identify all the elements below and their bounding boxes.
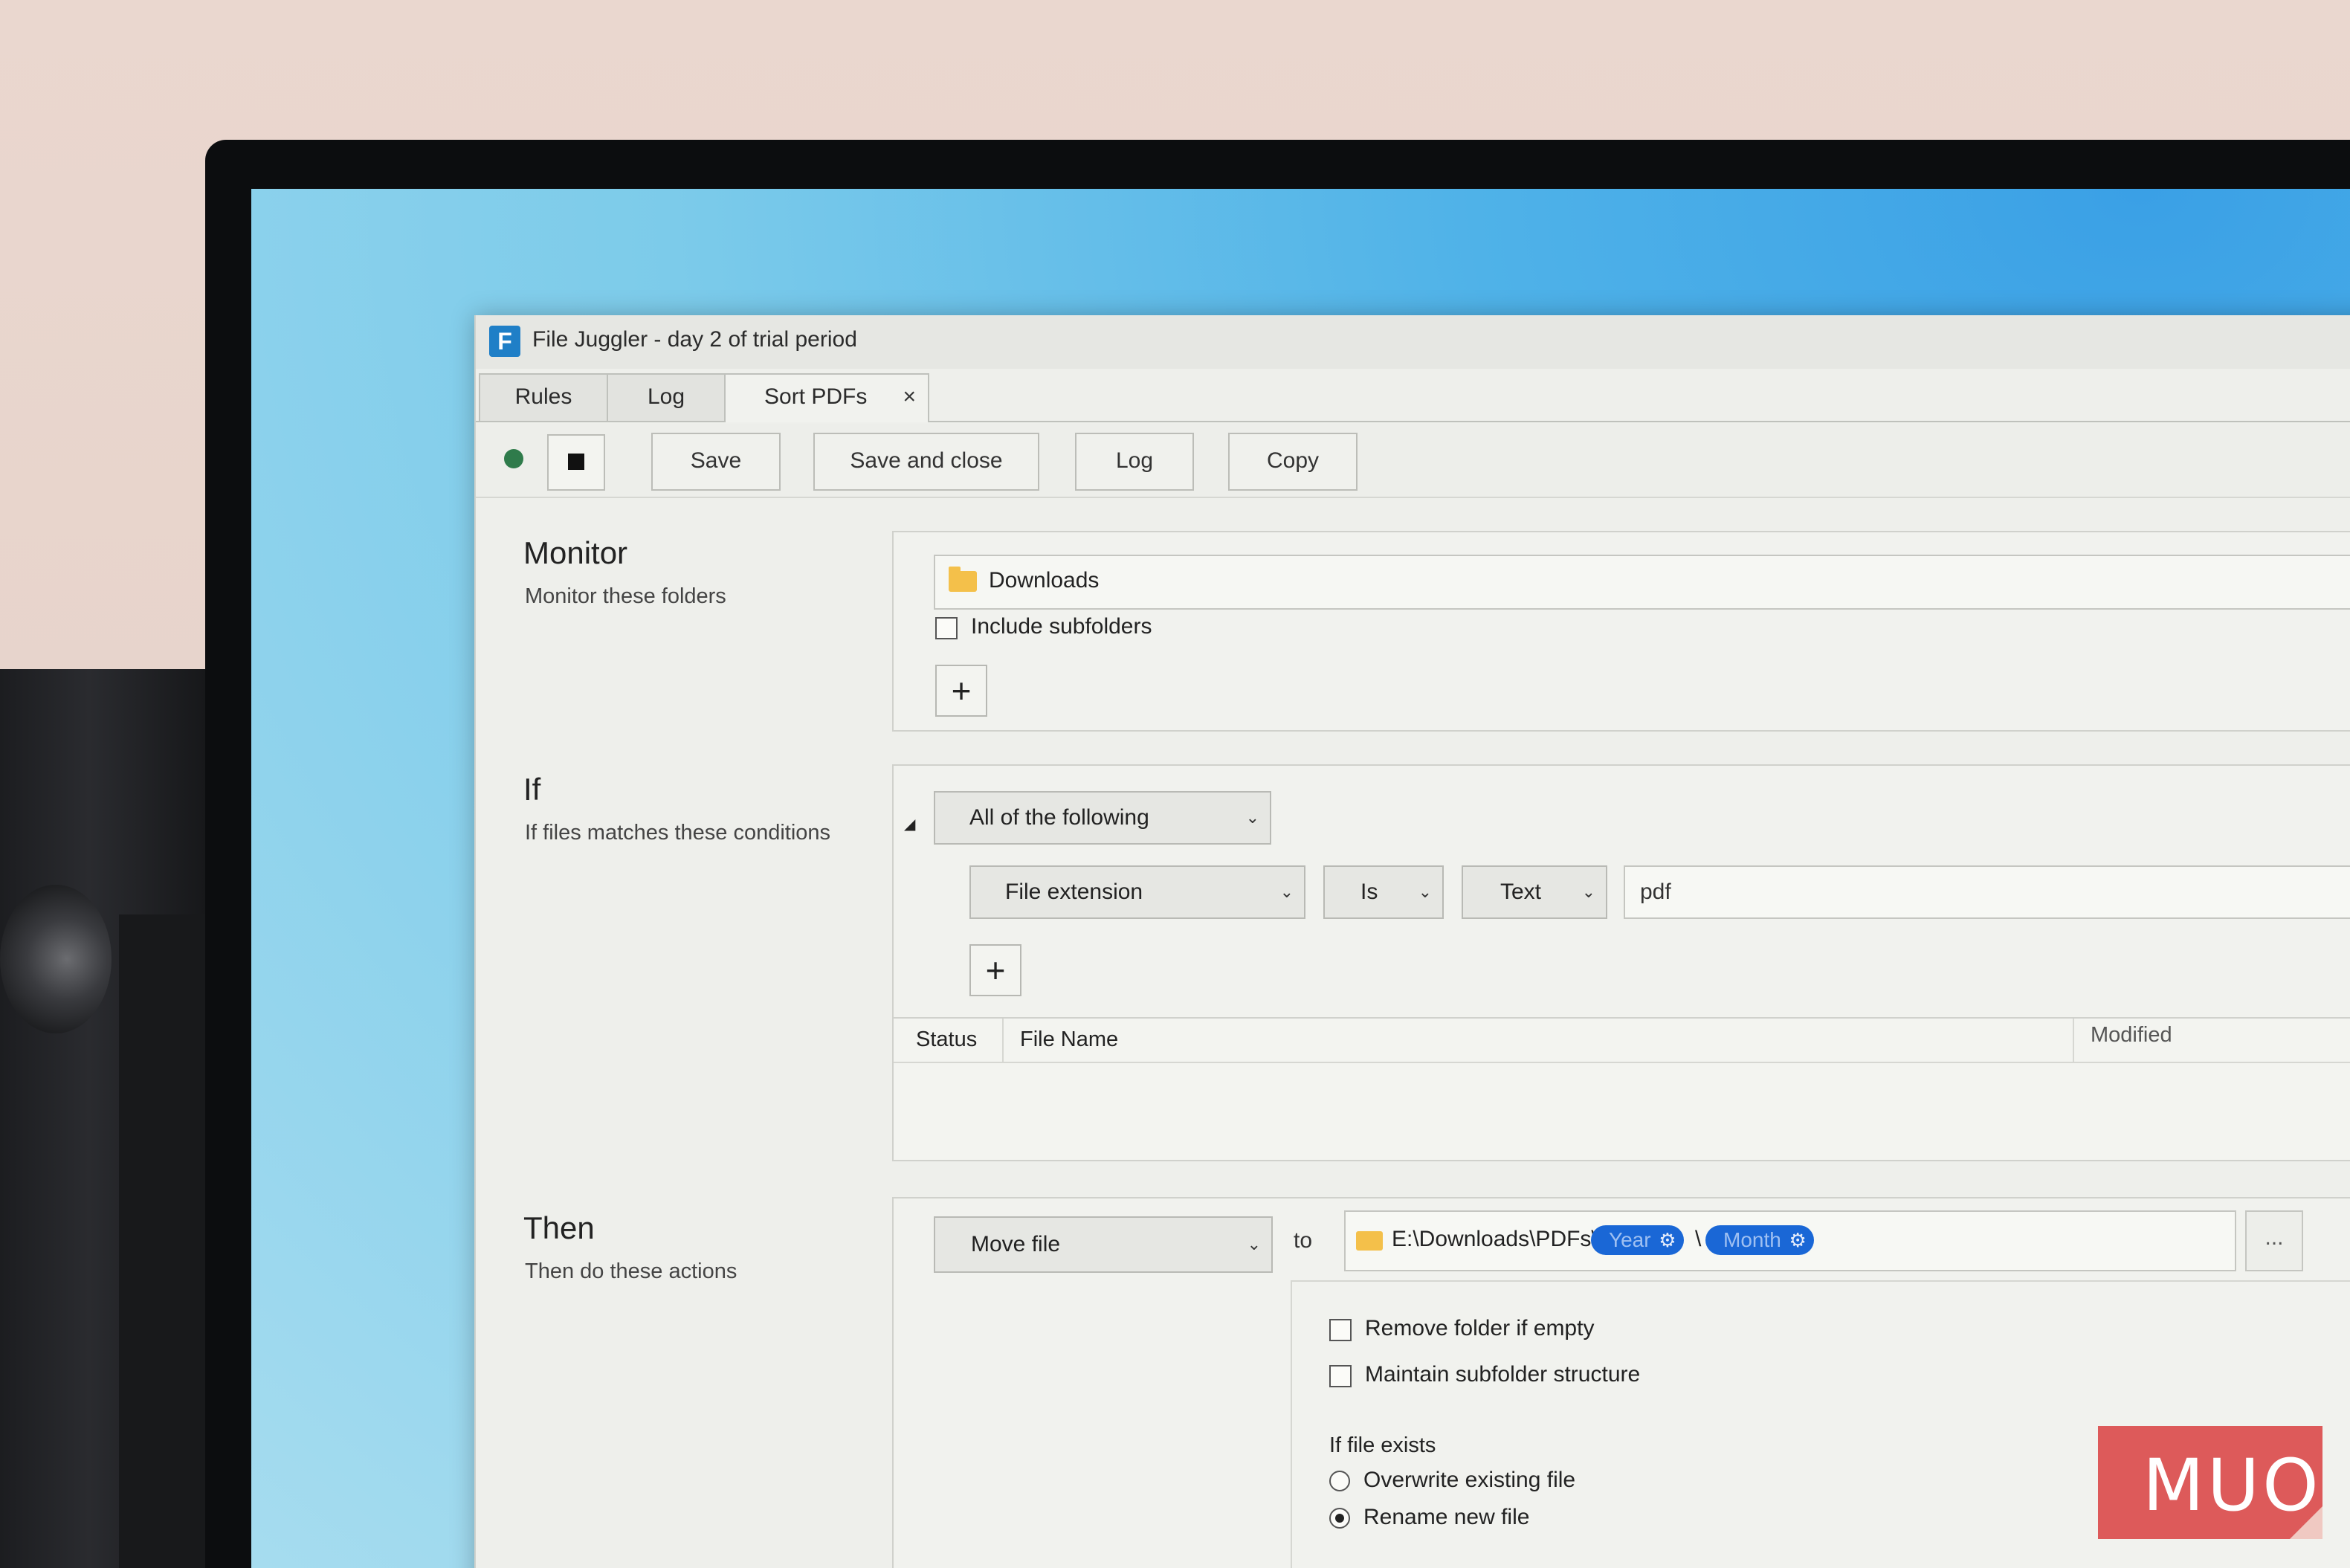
remove-folder-label: Remove folder if empty (1365, 1316, 1595, 1340)
tab-sort-pdfs-label: Sort PDFs (764, 384, 868, 409)
tab-log[interactable]: Log (607, 373, 726, 421)
app-logo-icon: F (489, 326, 520, 357)
year-token[interactable]: Year ⚙ (1591, 1225, 1684, 1255)
condition-field-value: File extension (1005, 880, 1143, 904)
condition-type-dropdown[interactable]: Text ⌄ (1462, 865, 1607, 919)
condition-value-input[interactable]: pdf (1624, 865, 2350, 919)
chevron-down-icon: ⌄ (1418, 883, 1432, 901)
save-and-close-button[interactable]: Save and close (813, 433, 1039, 491)
overwrite-radio[interactable] (1329, 1471, 1350, 1491)
if-file-exists-label: If file exists (1329, 1433, 1436, 1457)
gear-icon[interactable]: ⚙ (1789, 1225, 1807, 1255)
conditions-panel: ◢ All of the following ⌄ File extension … (892, 764, 2350, 1161)
chevron-down-icon: ⌄ (1247, 1235, 1261, 1254)
column-status[interactable]: Status (916, 1027, 977, 1052)
destination-path-prefix: E:\Downloads\PDFs\ (1392, 1227, 1598, 1251)
close-icon[interactable]: × (903, 375, 916, 419)
stand-knob (0, 885, 112, 1033)
folder-open-icon (1356, 1231, 1383, 1251)
collapse-triangle-icon[interactable]: ◢ (904, 815, 915, 833)
gear-icon[interactable]: ⚙ (1659, 1225, 1676, 1255)
condition-operator-value: Is (1360, 880, 1378, 904)
save-button[interactable]: Save (651, 433, 781, 491)
stop-button[interactable] (547, 434, 605, 491)
to-label: to (1294, 1228, 1313, 1253)
then-heading: Then (523, 1210, 595, 1245)
rename-label: Rename new file (1363, 1505, 1530, 1529)
preview-grid-header: Status File Name Modified (894, 1019, 2350, 1063)
condition-field-dropdown[interactable]: File extension ⌄ (969, 865, 1305, 919)
preview-grid: Status File Name Modified (894, 1017, 2350, 1160)
muo-watermark-logo: MUO (2098, 1426, 2322, 1539)
year-token-label: Year (1609, 1228, 1651, 1251)
maintain-structure-checkbox[interactable] (1329, 1365, 1352, 1387)
condition-group-value: All of the following (969, 805, 1149, 830)
action-dropdown[interactable]: Move file ⌄ (934, 1216, 1273, 1273)
column-modified[interactable]: Modified (2091, 1023, 2172, 1048)
monitor-heading: Monitor (523, 535, 628, 570)
condition-operator-dropdown[interactable]: Is ⌄ (1323, 865, 1444, 919)
condition-type-value: Text (1500, 880, 1542, 904)
month-token[interactable]: Month ⚙ (1705, 1225, 1814, 1255)
maintain-structure-label: Maintain subfolder structure (1365, 1362, 1641, 1387)
if-subtitle: If files matches these conditions (525, 821, 831, 845)
if-heading: If (523, 772, 541, 807)
tab-rules[interactable]: Rules (479, 373, 608, 421)
tab-bar: Rules Log Sort PDFs × (476, 373, 2350, 422)
browse-button[interactable]: ... (2245, 1210, 2303, 1271)
column-separator (2073, 1019, 2074, 1062)
title-bar: F File Juggler - day 2 of trial period (476, 315, 2350, 369)
path-separator: \ (1695, 1227, 1702, 1251)
folder-icon (949, 567, 977, 592)
rule-editor: Monitor Monitor these folders Downloads … (476, 498, 2350, 1568)
rename-radio[interactable] (1329, 1508, 1350, 1529)
column-separator (1002, 1019, 1004, 1062)
window-title: File Juggler - day 2 of trial period (532, 327, 857, 352)
include-subfolders-label: Include subfolders (971, 614, 1152, 639)
overwrite-label: Overwrite existing file (1363, 1468, 1576, 1492)
copy-button[interactable]: Copy (1228, 433, 1358, 491)
stop-icon (568, 454, 584, 470)
add-folder-button[interactable]: + (935, 665, 987, 717)
column-file-name[interactable]: File Name (1020, 1027, 1118, 1052)
month-token-label: Month (1723, 1228, 1781, 1251)
desktop-screen: F File Juggler - day 2 of trial period R… (251, 189, 2350, 1568)
chevron-down-icon: ⌄ (1279, 883, 1294, 901)
then-subtitle: Then do these actions (525, 1259, 737, 1283)
chevron-down-icon: ⌄ (1581, 883, 1595, 901)
log-button[interactable]: Log (1075, 433, 1194, 491)
remove-folder-checkbox[interactable] (1329, 1319, 1352, 1341)
monitor-panel: Downloads Include subfolders + (892, 531, 2350, 732)
include-subfolders-checkbox[interactable] (935, 617, 958, 639)
tab-sort-pdfs[interactable]: Sort PDFs × (724, 373, 929, 422)
condition-group-dropdown[interactable]: All of the following ⌄ (934, 791, 1271, 845)
monitored-folder-name: Downloads (989, 568, 1100, 593)
chevron-down-icon: ⌄ (1245, 808, 1259, 827)
monitor-subtitle: Monitor these folders (525, 584, 726, 608)
toolbar: Save Save and close Log Copy (476, 424, 2350, 498)
add-condition-button[interactable]: + (969, 944, 1021, 996)
watermark-corner (2290, 1506, 2322, 1539)
app-window: F File Juggler - day 2 of trial period R… (474, 315, 2350, 1568)
monitored-folder-row[interactable]: Downloads (934, 555, 2350, 610)
action-value: Move file (971, 1232, 1061, 1256)
destination-path-input[interactable]: E:\Downloads\PDFs\ Year ⚙ \ Month ⚙ (1344, 1210, 2236, 1271)
running-indicator-icon (504, 449, 523, 468)
